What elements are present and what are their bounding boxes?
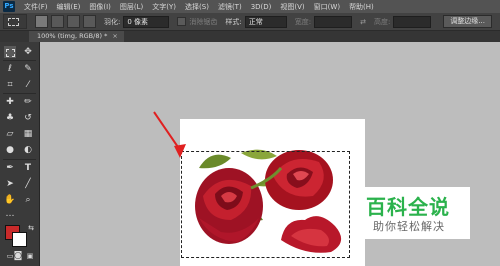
screen-mode-toggle-icon[interactable]: ▣: [24, 250, 36, 262]
brush-tool-icon[interactable]: ✏: [22, 96, 34, 108]
menu-view[interactable]: 视图(V): [280, 2, 304, 12]
menu-file[interactable]: 文件(F): [24, 2, 48, 12]
menu-bar: Ps 文件(F) 编辑(E) 图像(I) 图层(L) 文字(Y) 选择(S) 滤…: [0, 0, 500, 13]
menu-select[interactable]: 选择(S): [185, 2, 209, 12]
watermark-subtitle: 助你轻松解决: [373, 220, 445, 233]
clone-stamp-icon[interactable]: ♣: [4, 112, 16, 124]
tool-preset-picker[interactable]: [3, 14, 27, 29]
document-tab-title: 100% (timg, RGB/8) *: [37, 32, 108, 40]
height-input[interactable]: [393, 15, 432, 28]
zoom-tool-icon[interactable]: ⌕: [22, 194, 34, 206]
antialias-checkbox[interactable]: [177, 17, 187, 26]
menu-image[interactable]: 图像(I): [89, 2, 111, 12]
photoshop-logo-icon: Ps: [3, 1, 15, 12]
line-tool-icon[interactable]: ╱: [22, 178, 34, 190]
swap-dimensions-icon[interactable]: ⇄: [360, 18, 366, 26]
lasso-tool-icon[interactable]: ℓ: [4, 63, 16, 75]
menu-filter[interactable]: 滤镜(T): [218, 2, 242, 12]
style-select[interactable]: 正常: [244, 15, 287, 28]
intersect-selection-button[interactable]: [83, 15, 96, 28]
history-brush-icon[interactable]: ↺: [22, 112, 34, 124]
subtract-from-selection-button[interactable]: [67, 15, 80, 28]
width-input[interactable]: [314, 15, 353, 28]
screen-mode-icon[interactable]: ▭: [4, 250, 16, 262]
menu-window[interactable]: 窗口(W): [314, 2, 340, 12]
swap-colors-icon[interactable]: ⇆: [25, 222, 37, 234]
type-tool-icon[interactable]: T: [22, 162, 34, 174]
menu-edit[interactable]: 编辑(E): [57, 2, 81, 12]
document-tab[interactable]: 100% (timg, RGB/8) * ×: [29, 31, 124, 42]
close-icon[interactable]: ×: [112, 32, 117, 40]
pen-tool-icon[interactable]: ✒: [4, 162, 16, 174]
menu-type[interactable]: 文字(Y): [152, 2, 176, 12]
quick-selection-icon[interactable]: ✎: [22, 63, 34, 75]
width-label: 宽度:: [294, 17, 312, 26]
move-tool-icon[interactable]: ✥: [22, 46, 34, 58]
refine-edge-button[interactable]: 调整边缘...: [443, 15, 492, 28]
style-label: 样式:: [225, 17, 242, 26]
tools-panel: ✥ ℓ ✎ ⌗ ⁄ ✚ ✏ ♣ ↺ ▱ ▦ ● ◐ ✒ T ➤ ╱ ✋ ⌕ … …: [0, 42, 40, 266]
watermark-badge: 百科全说 助你轻松解决: [360, 187, 470, 239]
feather-input[interactable]: 0 像素: [123, 15, 170, 28]
menu-layer[interactable]: 图层(L): [120, 2, 143, 12]
height-label: 高度:: [373, 17, 391, 26]
selection-marquee: [181, 151, 350, 258]
eraser-icon[interactable]: ▱: [4, 128, 16, 140]
feather-label: 羽化:: [104, 17, 121, 26]
add-to-selection-button[interactable]: [51, 15, 64, 28]
gradient-tool-icon[interactable]: ▦: [22, 128, 34, 140]
options-bar: 羽化: 0 像素 消除锯齿 样式: 正常 宽度: ⇄ 高度: 调整边缘...: [0, 13, 500, 31]
menu-3d[interactable]: 3D(D): [251, 3, 272, 11]
menu-help[interactable]: 帮助(H): [349, 2, 374, 12]
document-tab-bar: 100% (timg, RGB/8) * ×: [0, 31, 500, 42]
dodge-tool-icon[interactable]: ◐: [22, 144, 34, 156]
antialias-label: 消除锯齿: [189, 17, 218, 26]
watermark-title: 百科全说: [366, 195, 450, 219]
edit-toolbar-icon[interactable]: …: [4, 208, 16, 220]
healing-brush-icon[interactable]: ✚: [4, 96, 16, 108]
eyedropper-icon[interactable]: ⁄: [22, 79, 34, 91]
crop-tool-icon[interactable]: ⌗: [4, 79, 16, 91]
blur-tool-icon[interactable]: ●: [4, 144, 16, 156]
background-color-swatch[interactable]: [12, 232, 27, 247]
path-selection-icon[interactable]: ➤: [4, 178, 16, 190]
rectangular-marquee-icon[interactable]: [4, 46, 16, 58]
hand-tool-icon[interactable]: ✋: [4, 194, 16, 206]
new-selection-button[interactable]: [35, 15, 48, 28]
red-arrow-annotation: [153, 111, 186, 158]
